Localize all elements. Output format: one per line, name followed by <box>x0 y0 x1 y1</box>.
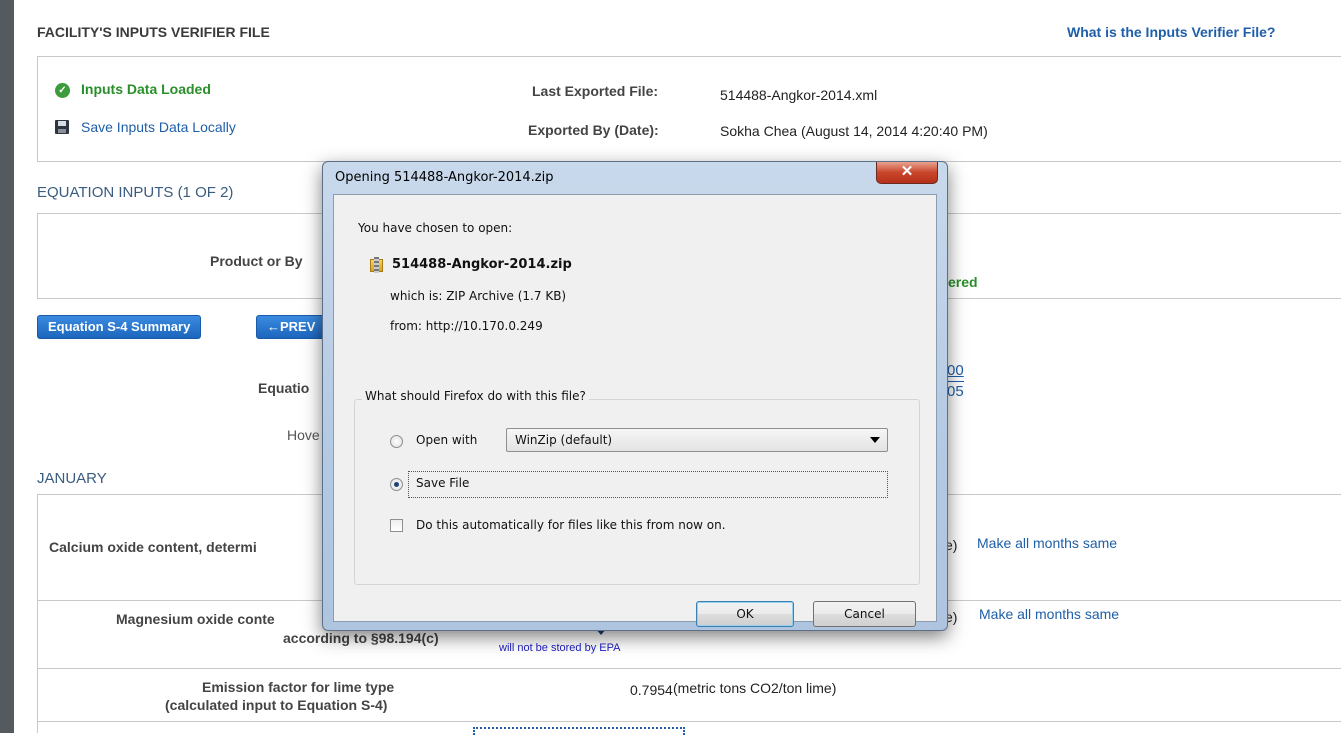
close-icon: ✕ <box>900 163 914 180</box>
chevron-down-icon <box>870 437 880 443</box>
hover-text: Hove <box>287 427 320 443</box>
cancel-button-label: Cancel <box>844 607 885 621</box>
save-file-radio[interactable] <box>390 478 403 491</box>
input-field-partial[interactable] <box>473 727 685 735</box>
dialog-title: Opening 514488-Angkor-2014.zip <box>335 170 554 185</box>
open-with-select-value: WinZip (default) <box>515 433 613 447</box>
exported-by-value: Sokha Chea (August 14, 2014 4:20:40 PM) <box>720 123 988 139</box>
inputs-panel: ✓ Inputs Data Loaded Save Inputs Data Lo… <box>37 56 1341 162</box>
dialog-filename: 514488-Angkor-2014.zip <box>392 257 572 272</box>
section-title: FACILITY'S INPUTS VERIFIER FILE <box>37 24 270 40</box>
fraction-bottom[interactable]: 05 <box>947 383 964 400</box>
action-group-legend: What should Firefox do with this file? <box>362 389 589 403</box>
fraction-top[interactable]: 00 <box>947 362 964 379</box>
product-label: Product or By <box>210 253 303 269</box>
last-exported-label: Last Exported File: <box>532 83 659 99</box>
fraction-bar <box>946 381 964 382</box>
equation-label: Equatio <box>258 380 310 396</box>
equation-summary-button[interactable]: Equation S-4 Summary <box>37 315 202 339</box>
row-divider <box>37 721 1341 722</box>
make-all-months-same-link[interactable]: Make all months same <box>979 606 1119 622</box>
save-file-label[interactable]: Save File <box>416 476 469 490</box>
left-sidebar-bar <box>0 0 14 733</box>
auto-checkbox[interactable] <box>390 519 403 532</box>
exported-by-label: Exported By (Date): <box>528 122 659 138</box>
row-label-emission-line2: (calculated input to Equation S-4) <box>165 697 388 713</box>
dialog-intro: You have chosen to open: <box>358 221 513 235</box>
cancel-button[interactable]: Cancel <box>813 601 916 627</box>
open-with-radio[interactable] <box>390 435 403 448</box>
save-inputs-link[interactable]: Save Inputs Data Locally <box>81 119 236 135</box>
save-icon <box>55 120 69 134</box>
row-label-magnesium: Magnesium oxide conte <box>116 611 275 627</box>
emission-factor-unit: (metric tons CO2/ton lime) <box>673 680 837 696</box>
row-divider <box>37 668 1341 669</box>
open-with-label[interactable]: Open with <box>416 433 477 447</box>
equation-inputs-title: EQUATION INPUTS (1 OF 2) <box>37 184 234 201</box>
product-status: ered <box>948 274 978 290</box>
open-with-select[interactable]: WinZip (default) <box>506 428 888 452</box>
last-exported-value: 514488-Angkor-2014.xml <box>720 87 878 103</box>
zip-file-icon <box>370 257 386 273</box>
status-text: Inputs Data Loaded <box>81 81 211 97</box>
open-with-label-text: Open with <box>416 433 478 447</box>
emission-factor-value: 0.7954 <box>630 682 673 698</box>
open-file-dialog: Opening 514488-Angkor-2014.zip ✕ You hav… <box>322 161 948 631</box>
check-icon: ✓ <box>55 83 70 98</box>
help-link[interactable]: What is the Inputs Verifier File? <box>1067 24 1275 40</box>
month-heading: JANUARY <box>37 470 107 487</box>
row-label-magnesium-line2: according to §98.194(c) <box>283 630 439 646</box>
auto-label[interactable]: Do this automatically for files like thi… <box>416 518 726 532</box>
make-all-months-same-link[interactable]: Make all months same <box>977 535 1117 551</box>
dialog-body: You have chosen to open: 514488-Angkor-2… <box>333 194 937 627</box>
dialog-file-type: which is: ZIP Archive (1.7 KB) <box>390 289 567 303</box>
row-label-calcium: Calcium oxide content, determi <box>49 539 257 555</box>
ok-button-label: OK <box>736 607 754 621</box>
dialog-file-source: from: http://10.170.0.249 <box>390 319 543 333</box>
prev-button[interactable]: ←PREV <box>256 315 327 339</box>
storage-note: will not be stored by EPA <box>499 642 621 654</box>
row-label-emission: Emission factor for lime type <box>202 679 395 695</box>
ok-button[interactable]: OK <box>696 601 794 627</box>
close-button[interactable]: ✕ <box>876 162 938 184</box>
save-file-focus <box>408 471 888 498</box>
